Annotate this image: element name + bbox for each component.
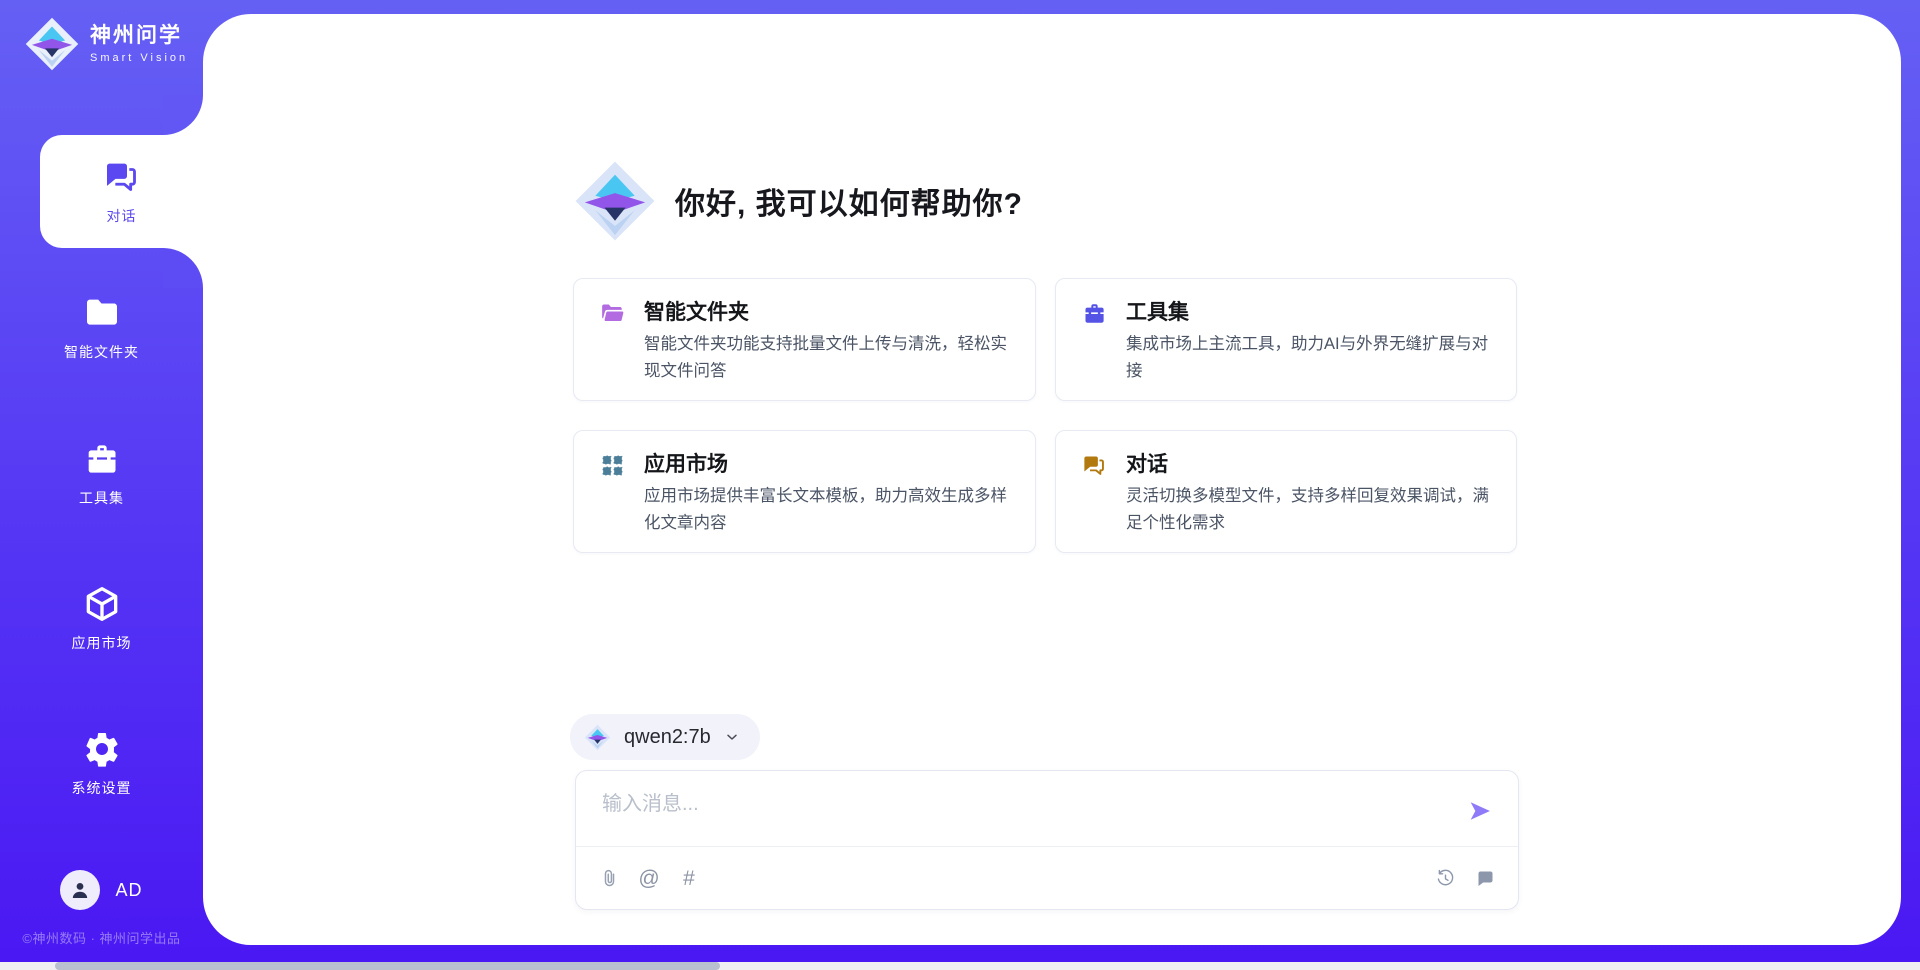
message-composer: @ # bbox=[575, 770, 1519, 910]
card-toolset[interactable]: 工具集 集成市场上主流工具，助力AI与外界无缝扩展与对接 bbox=[1055, 278, 1517, 401]
sidebar-item-label: 对话 bbox=[107, 206, 137, 226]
greeting-block: 你好, 我可以如何帮助你? bbox=[573, 159, 1023, 243]
diamond-logo-icon bbox=[573, 159, 657, 243]
avatar bbox=[60, 870, 100, 910]
send-icon bbox=[1466, 797, 1494, 825]
main-panel: 你好, 我可以如何帮助你? 智能文件夹 智能文件夹功能支持批量文件上传与清洗，轻… bbox=[203, 14, 1901, 945]
toolbox-icon bbox=[1081, 300, 1108, 327]
sidebar-item-app-market[interactable]: 应用市场 bbox=[0, 584, 203, 672]
card-title: 对话 bbox=[1126, 448, 1168, 478]
sidebar-item-settings[interactable]: 系统设置 bbox=[0, 729, 203, 817]
user-name: AD bbox=[115, 880, 142, 901]
toolbox-icon bbox=[82, 439, 122, 479]
card-description: 灵活切换多模型文件，支持多样回复效果调试，满足个性化需求 bbox=[1126, 483, 1494, 537]
greeting-title: 你好, 我可以如何帮助你? bbox=[675, 179, 1023, 223]
sidebar-item-label: 智能文件夹 bbox=[64, 342, 139, 362]
sidebar-item-toolset[interactable]: 工具集 bbox=[0, 439, 203, 527]
card-title: 应用市场 bbox=[644, 448, 728, 478]
diamond-logo-icon bbox=[24, 16, 80, 72]
chat-bubble-icon bbox=[1475, 868, 1496, 889]
brand-title: 神州问学 bbox=[90, 24, 188, 47]
paperclip-icon bbox=[599, 868, 620, 889]
attach-file-button[interactable] bbox=[598, 867, 620, 889]
model-name: qwen2:7b bbox=[624, 726, 711, 749]
person-icon bbox=[68, 878, 92, 902]
scrollbar-thumb[interactable] bbox=[55, 962, 720, 970]
hashtag-button[interactable]: # bbox=[678, 867, 700, 889]
cube-icon bbox=[82, 584, 122, 624]
card-title: 智能文件夹 bbox=[644, 296, 749, 326]
folder-open-icon bbox=[599, 300, 626, 327]
mention-button[interactable]: @ bbox=[638, 867, 660, 889]
message-input[interactable] bbox=[600, 785, 1444, 841]
history-button[interactable] bbox=[1434, 867, 1456, 889]
folder-icon bbox=[82, 293, 122, 333]
history-icon bbox=[1435, 868, 1456, 889]
card-description: 应用市场提供丰富长文本模板，助力高效生成多样化文章内容 bbox=[644, 483, 1013, 537]
feature-cards: 智能文件夹 智能文件夹功能支持批量文件上传与清洗，轻松实现文件问答 工具集 集成… bbox=[573, 278, 1517, 553]
composer-toolbar: @ # bbox=[576, 846, 1518, 909]
hash-icon: # bbox=[683, 868, 695, 889]
sidebar-item-chat[interactable]: 对话 bbox=[40, 135, 203, 248]
brand-logo: 神州问学 Smart Vision bbox=[24, 16, 188, 72]
diamond-logo-icon bbox=[584, 724, 611, 751]
sidebar-item-label: 工具集 bbox=[79, 488, 124, 508]
chat-icon bbox=[1081, 452, 1108, 479]
tab-fillet-bottom bbox=[163, 248, 203, 288]
send-button[interactable] bbox=[1466, 797, 1494, 825]
tab-fillet-top bbox=[163, 95, 203, 135]
sidebar-item-label: 系统设置 bbox=[72, 778, 132, 798]
sidebar-item-label: 应用市场 bbox=[72, 633, 132, 653]
model-selector[interactable]: qwen2:7b bbox=[570, 714, 760, 760]
brand-subtitle: Smart Vision bbox=[90, 52, 188, 64]
user-account[interactable]: AD bbox=[0, 870, 203, 910]
card-smart-folder[interactable]: 智能文件夹 智能文件夹功能支持批量文件上传与清洗，轻松实现文件问答 bbox=[573, 278, 1036, 401]
card-description: 集成市场上主流工具，助力AI与外界无缝扩展与对接 bbox=[1126, 331, 1494, 385]
grid-icon bbox=[599, 452, 626, 479]
card-description: 智能文件夹功能支持批量文件上传与清洗，轻松实现文件问答 bbox=[644, 331, 1013, 385]
copyright-footer: ©神州数码 · 神州问学出品 bbox=[0, 928, 203, 947]
chat-icon bbox=[102, 157, 142, 197]
sidebar-item-smart-folder[interactable]: 智能文件夹 bbox=[0, 293, 203, 381]
at-icon: @ bbox=[638, 868, 659, 889]
horizontal-scrollbar bbox=[0, 962, 1920, 970]
card-chat[interactable]: 对话 灵活切换多模型文件，支持多样回复效果调试，满足个性化需求 bbox=[1055, 430, 1517, 553]
sidebar: 神州问学 Smart Vision 对话 智能文件夹 bbox=[0, 0, 203, 970]
app-root: 神州问学 Smart Vision 对话 智能文件夹 bbox=[0, 0, 1920, 970]
card-app-market[interactable]: 应用市场 应用市场提供丰富长文本模板，助力高效生成多样化文章内容 bbox=[573, 430, 1036, 553]
card-title: 工具集 bbox=[1126, 296, 1189, 326]
new-chat-button[interactable] bbox=[1474, 867, 1496, 889]
gear-icon bbox=[82, 729, 122, 769]
chevron-down-icon bbox=[724, 729, 740, 745]
